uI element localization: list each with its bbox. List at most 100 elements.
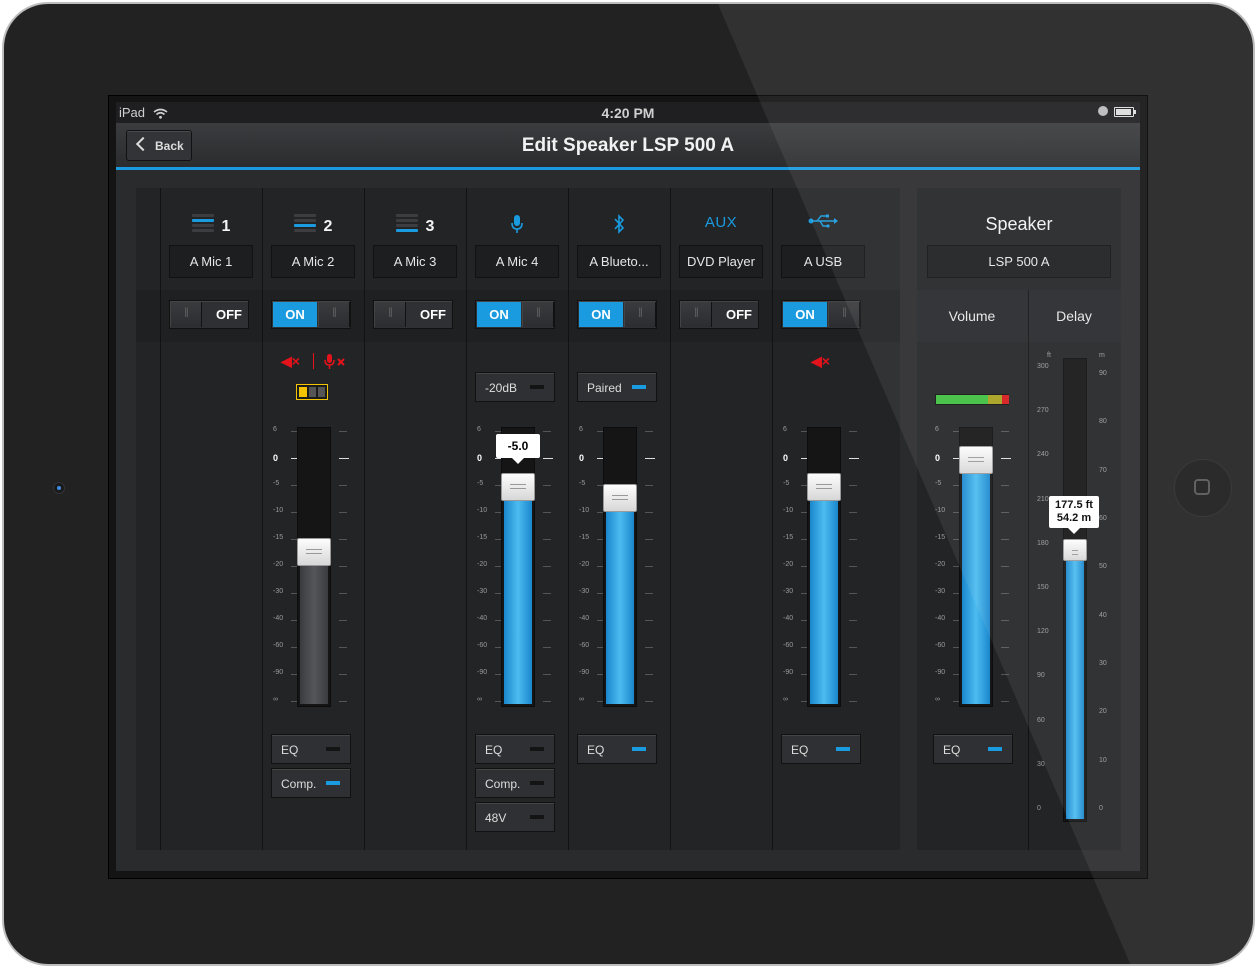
fader-scale-tick [849, 512, 857, 513]
fader-scale-tick [543, 593, 551, 594]
channel-header: AUX [671, 214, 771, 232]
delay-m-scale-label: 40 [1099, 611, 1107, 619]
channel-strip-6: AUX DVD Player OFF [670, 188, 773, 850]
channel-strip-1: 1 A Mic 1 OFF [160, 188, 263, 850]
48v-button[interactable]: 48V [475, 802, 555, 832]
fader-track[interactable] [603, 427, 637, 707]
delay-fader-thumb[interactable] [1063, 539, 1087, 562]
toggle-knob [828, 302, 860, 327]
channel-name-field[interactable]: A Mic 2 [271, 245, 355, 278]
channel-toggle[interactable]: OFF [373, 300, 453, 329]
channel-name-field[interactable]: A Mic 4 [475, 245, 559, 278]
channel-name-field[interactable]: A Mic 3 [373, 245, 457, 278]
channel-toggle[interactable]: ON [271, 300, 351, 329]
fader-scale-tick [543, 647, 551, 648]
button-label: EQ [485, 743, 503, 757]
fader-thumb[interactable] [501, 473, 535, 501]
delay-m-scale-label: 80 [1099, 418, 1107, 426]
channel-toggle[interactable]: ON [781, 300, 861, 329]
fader-thumb[interactable] [807, 473, 841, 501]
button-label: Comp. [485, 777, 521, 791]
fader-track[interactable] [501, 427, 535, 707]
eq-button[interactable]: EQ [781, 734, 861, 764]
fader-track[interactable] [807, 427, 841, 707]
input-stack-icon [293, 214, 316, 234]
nav-bar: Back Edit Speaker LSP 500 A [116, 123, 1140, 170]
home-button[interactable] [1174, 459, 1232, 517]
speaker-panel: Speaker LSP 500 A Volume Delay 6 0 -5 -10 -1… [917, 188, 1121, 850]
fader-scale-tick [543, 566, 551, 567]
status-bar: iPad 4:20 PM [116, 102, 1140, 123]
delay-ft-scale-label: 0 [1037, 805, 1041, 812]
fader-scale-tick [645, 512, 653, 513]
mic-mute-icon[interactable] [323, 353, 347, 374]
fader-scale-tick [849, 620, 857, 621]
fader-scale-tick [339, 593, 347, 594]
speaker-mute-icon[interactable]: ◀× [811, 353, 830, 370]
fader-thumb[interactable] [603, 483, 637, 512]
fader-scale-tick [645, 674, 653, 675]
comp-button[interactable]: Comp. [271, 768, 351, 798]
mute-separator [313, 353, 314, 369]
channel-number: 2 [323, 218, 333, 235]
status-led [530, 385, 544, 389]
fader-scale-tick [849, 458, 859, 459]
status-led [326, 781, 340, 785]
fader-scale-tick [849, 431, 857, 432]
channel-toggle[interactable]: OFF [679, 300, 759, 329]
eq-button[interactable]: EQ [577, 734, 657, 764]
channel-toggle[interactable]: ON [577, 300, 657, 329]
channel-name-field[interactable]: A Blueto... [577, 245, 661, 278]
microphone-icon [510, 215, 524, 238]
fader-scale-tick [849, 566, 857, 567]
delay-ft-scale-label: 270 [1037, 407, 1049, 415]
status-led [326, 747, 340, 751]
fader-scale-tick [339, 431, 347, 432]
pad-button[interactable]: Paired [577, 372, 657, 402]
delay-fader-track[interactable] [1063, 358, 1087, 822]
channel-header: 2 [263, 214, 363, 236]
aux-label: AUX [704, 214, 738, 231]
delay-m-scale-label: 60 [1099, 514, 1107, 522]
channel-toggle[interactable]: OFF [169, 300, 249, 329]
eq-button[interactable]: EQ [475, 734, 555, 764]
channel-header: 1 [161, 214, 261, 236]
pad-button[interactable]: -20dB [475, 372, 555, 402]
fader-thumb[interactable] [297, 537, 331, 566]
toggle-knob [522, 302, 554, 327]
status-led [836, 747, 850, 751]
toggle-on-label: ON [783, 302, 827, 327]
delay-unit-m: m [1099, 352, 1105, 359]
status-led [530, 815, 544, 819]
comp-button[interactable]: Comp. [475, 768, 555, 798]
fader-scale-tick [645, 647, 653, 648]
toggle-on-label: ON [579, 302, 623, 327]
delay-m-scale-label: 90 [1099, 369, 1107, 377]
channel-strip-3: 3 A Mic 3 OFF [364, 188, 467, 850]
delay-value-tooltip: 177.5 ft 54.2 m [1049, 496, 1099, 535]
fader-scale-tick [849, 647, 857, 648]
fader-scale-tick [543, 701, 551, 702]
button-label: EQ [791, 743, 809, 757]
delay-m-value: 54.2 m [1056, 512, 1092, 525]
fader-scale-tick [543, 458, 553, 459]
channel-strip-5: A Blueto...ONPaired60-5-10-15-20-30-40-6… [568, 188, 671, 850]
channel-number: 3 [425, 218, 435, 235]
channel-name-field[interactable]: A Mic 1 [169, 245, 253, 278]
app-view: iPad 4:20 PM Back Edit Speaker LSP 500 A… [116, 102, 1140, 871]
toggle-off-label: OFF [420, 307, 446, 322]
toggle-off-label: OFF [216, 307, 242, 322]
fader-scale-tick [645, 539, 653, 540]
fader-scale-tick [339, 674, 347, 675]
toggle-knob [170, 302, 202, 327]
speaker-mute-icon[interactable]: ◀× [281, 353, 300, 370]
channel-name-field[interactable]: A USB [781, 245, 865, 278]
fader-scale-tick [849, 701, 857, 702]
fader-scale-tick [339, 701, 347, 702]
channel-toggle[interactable]: ON [475, 300, 555, 329]
channel-name-field[interactable]: DVD Player [679, 245, 763, 278]
eq-button[interactable]: EQ [271, 734, 351, 764]
channel-strip-area: 1A Mic 1OFF2A Mic 2ON60-5-10-15-20-30-40… [136, 188, 900, 850]
delay-ft-scale-label: 60 [1037, 716, 1045, 724]
fader-track[interactable] [297, 427, 331, 707]
